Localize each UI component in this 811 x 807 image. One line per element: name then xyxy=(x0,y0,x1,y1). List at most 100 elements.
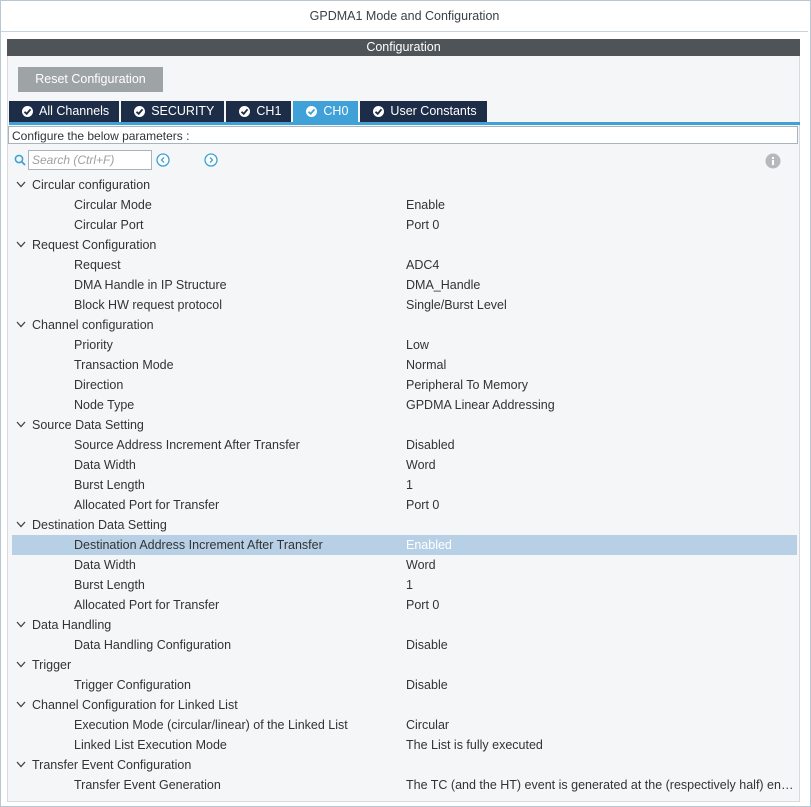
parameter-value[interactable]: Circular xyxy=(406,715,796,735)
parameter-name: Transfer Event Generation xyxy=(74,778,221,792)
parameter-value[interactable]: Disabled xyxy=(406,435,796,455)
parameter-row[interactable]: Allocated Port for Transfer Port 0 xyxy=(12,595,797,615)
chevron-down-icon[interactable] xyxy=(16,241,26,248)
parameter-value[interactable]: Enabled xyxy=(406,535,796,555)
parameter-value[interactable]: Word xyxy=(406,455,796,475)
tree-group[interactable]: Channel configuration xyxy=(12,315,797,335)
chevron-down-icon[interactable] xyxy=(16,701,26,708)
chevron-down-icon[interactable] xyxy=(16,421,26,428)
parameter-value[interactable]: Port 0 xyxy=(406,595,796,615)
info-icon[interactable] xyxy=(765,153,781,169)
chevron-down-icon[interactable] xyxy=(16,521,26,528)
tab-all-channels[interactable]: All Channels xyxy=(9,101,120,122)
search-input[interactable] xyxy=(28,150,152,170)
parameter-row[interactable]: Execution Mode (circular/linear) of the … xyxy=(12,715,797,735)
reset-configuration-button[interactable]: Reset Configuration xyxy=(18,67,163,92)
tree-group[interactable]: Transfer Event Configuration xyxy=(12,755,797,775)
tab-security[interactable]: SECURITY xyxy=(121,101,225,122)
parameter-value[interactable]: Peripheral To Memory xyxy=(406,375,796,395)
tree-group[interactable]: Data Handling xyxy=(12,615,797,635)
tab-label: User Constants xyxy=(390,104,477,118)
tab-ch0[interactable]: CH0 xyxy=(293,101,359,122)
parameter-value[interactable]: 1 xyxy=(406,575,796,595)
parameter-value[interactable]: Port 0 xyxy=(406,215,796,235)
parameter-value[interactable]: GPDMA Linear Addressing xyxy=(406,395,796,415)
tree-group[interactable]: Channel Configuration for Linked List xyxy=(12,695,797,715)
search-row xyxy=(14,150,794,172)
parameter-value[interactable]: Normal xyxy=(406,355,796,375)
tree-group[interactable]: Destination Data Setting xyxy=(12,515,797,535)
parameter-name: Burst Length xyxy=(74,478,145,492)
parameter-value[interactable]: The TC (and the HT) event is generated a… xyxy=(406,775,796,795)
parameter-name: Destination Address Increment After Tran… xyxy=(74,538,323,552)
parameter-value[interactable]: Disable xyxy=(406,635,796,655)
parameter-value[interactable]: Disable xyxy=(406,675,796,695)
parameter-row[interactable]: Linked List Execution Mode The List is fu… xyxy=(12,735,797,755)
parameter-row[interactable]: Circular Mode Enable xyxy=(12,195,797,215)
window-title: GPDMA1 Mode and Configuration xyxy=(1,1,808,32)
parameter-row[interactable]: Priority Low xyxy=(12,335,797,355)
parameter-row[interactable]: DMA Handle in IP Structure DMA_Handle xyxy=(12,275,797,295)
check-circle-icon xyxy=(239,106,251,117)
chevron-down-icon[interactable] xyxy=(16,321,26,328)
parameter-row[interactable]: Burst Length 1 xyxy=(12,575,797,595)
parameter-name: Linked List Execution Mode xyxy=(74,738,227,752)
parameter-name: DMA Handle in IP Structure xyxy=(74,278,227,292)
tab-ch1[interactable]: CH1 xyxy=(226,101,292,122)
parameter-value[interactable]: The List is fully executed xyxy=(406,735,796,755)
arrow-left-circle-icon[interactable] xyxy=(156,153,170,167)
parameter-name: Data Width xyxy=(74,558,136,572)
parameter-value[interactable]: Port 0 xyxy=(406,495,796,515)
parameter-name: Direction xyxy=(74,378,124,392)
parameter-row[interactable]: Destination Address Increment After Tran… xyxy=(12,535,797,555)
chevron-down-icon[interactable] xyxy=(16,181,26,188)
tree-group[interactable]: Trigger xyxy=(12,655,797,675)
group-label: Channel Configuration for Linked List xyxy=(32,698,238,712)
check-circle-icon xyxy=(306,106,318,117)
check-circle-icon xyxy=(134,106,146,117)
parameter-row[interactable]: Direction Peripheral To Memory xyxy=(12,375,797,395)
chevron-down-icon[interactable] xyxy=(16,661,26,668)
parameter-name: Request xyxy=(74,258,121,272)
parameter-value[interactable]: Word xyxy=(406,555,796,575)
parameter-name: Circular Mode xyxy=(74,198,152,212)
tab-user-constants[interactable]: User Constants xyxy=(360,101,487,122)
parameter-name: Allocated Port for Transfer xyxy=(74,598,220,612)
group-label: Destination Data Setting xyxy=(32,518,167,532)
tab-label: CH1 xyxy=(256,104,282,118)
parameter-row[interactable]: Data Handling Configuration Disable xyxy=(12,635,797,655)
parameter-row[interactable]: Transfer Event Generation The TC (and the… xyxy=(12,775,797,795)
parameter-name: Data Handling Configuration xyxy=(74,638,232,652)
parameter-value[interactable]: Enable xyxy=(406,195,796,215)
parameter-row[interactable]: Circular Port Port 0 xyxy=(12,215,797,235)
tree-group[interactable]: Circular configuration xyxy=(12,175,797,195)
parameter-row[interactable]: Source Address Increment After Transfer D… xyxy=(12,435,797,455)
tree-group[interactable]: Request Configuration xyxy=(12,235,797,255)
parameter-row[interactable]: Allocated Port for Transfer Port 0 xyxy=(12,495,797,515)
parameter-name: Priority xyxy=(74,338,113,352)
parameter-row[interactable]: Block HW request protocol Single/Burst Le… xyxy=(12,295,797,315)
right-edge xyxy=(800,39,809,802)
parameter-row[interactable]: Transaction Mode Normal xyxy=(12,355,797,375)
parameter-value[interactable]: Single/Burst Level xyxy=(406,295,796,315)
parameter-row[interactable]: Data Width Word xyxy=(12,555,797,575)
chevron-down-icon[interactable] xyxy=(16,761,26,768)
parameter-row[interactable]: Trigger Configuration Disable xyxy=(12,675,797,695)
parameter-value[interactable]: 1 xyxy=(406,475,796,495)
tree-group[interactable]: Source Data Setting xyxy=(12,415,797,435)
parameter-name: Block HW request protocol xyxy=(74,298,222,312)
parameter-name: Allocated Port for Transfer xyxy=(74,498,220,512)
parameter-value[interactable]: Low xyxy=(406,335,796,355)
parameter-row[interactable]: Burst Length 1 xyxy=(12,475,797,495)
parameter-row[interactable]: Node Type GPDMA Linear Addressing xyxy=(12,395,797,415)
chevron-down-icon[interactable] xyxy=(16,621,26,628)
parameter-name: Node Type xyxy=(74,398,135,412)
parameter-row[interactable]: Request ADC4 xyxy=(12,255,797,275)
parameter-value[interactable]: ADC4 xyxy=(406,255,796,275)
parameter-value[interactable]: DMA_Handle xyxy=(406,275,796,295)
group-label: Data Handling xyxy=(32,618,112,632)
parameter-row[interactable]: Data Width Word xyxy=(12,455,797,475)
tab-label: SECURITY xyxy=(151,104,215,118)
check-circle-icon xyxy=(22,106,33,117)
arrow-right-circle-icon[interactable] xyxy=(204,153,218,167)
